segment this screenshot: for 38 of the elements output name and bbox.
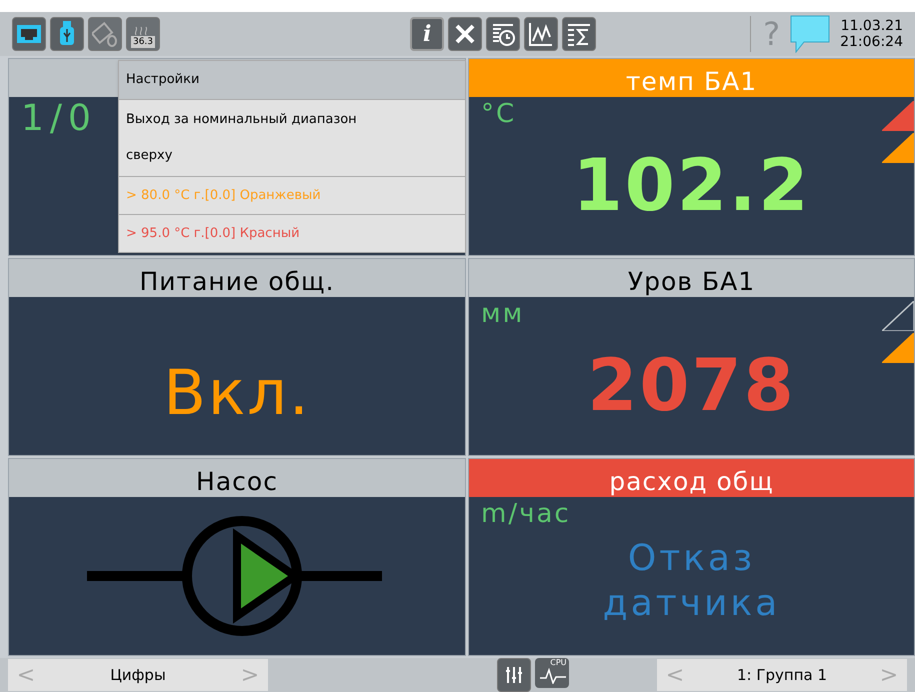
group-label: 1: Группа 1 xyxy=(736,664,828,686)
tile-title: Питание общ. xyxy=(139,269,335,297)
fault-message: Отказ датчика xyxy=(602,537,782,626)
tile-title: Насос xyxy=(196,469,278,497)
tile-title: Уров БА1 xyxy=(628,269,756,297)
next-button[interactable]: > xyxy=(232,658,268,692)
help-button[interactable]: ? xyxy=(763,18,780,50)
cpu-label: CPU xyxy=(550,658,566,668)
unit-label: мм xyxy=(481,299,524,329)
threshold-item[interactable]: > 95.0 °C г.[0.0] Красный xyxy=(119,214,465,252)
cpu-monitor-button[interactable]: CPU xyxy=(534,658,568,688)
value-readout: 2078 xyxy=(587,349,796,421)
pulse-icon xyxy=(538,668,566,684)
date-label: 11.03.21 xyxy=(840,18,903,34)
info-icon[interactable]: i xyxy=(410,17,444,51)
sum-list-icon[interactable] xyxy=(562,17,596,51)
state-readout: Вкл. xyxy=(163,362,311,424)
tile-reading: 1/0 xyxy=(21,98,97,139)
network-icon[interactable] xyxy=(12,17,46,51)
unit-label: m/час xyxy=(481,499,571,529)
popup-title: Настройки xyxy=(126,71,200,90)
threshold-item[interactable]: > 80.0 °C г.[0.0] Оранжевый xyxy=(119,176,465,214)
view-label: Цифры xyxy=(110,664,166,686)
unit-label: °C xyxy=(481,99,516,129)
previous-button[interactable]: < xyxy=(8,658,44,692)
time-label: 21:06:24 xyxy=(840,34,903,50)
info-glyph: i xyxy=(422,20,432,48)
temperature-reading: 36.3 xyxy=(130,36,156,48)
popup-description: Выход за номинальный диапазон сверху xyxy=(126,112,357,163)
tile-title: расход общ xyxy=(609,469,774,497)
tile-title: темп БА1 xyxy=(626,69,758,97)
next-button[interactable]: > xyxy=(871,658,907,692)
chart-icon[interactable] xyxy=(524,17,558,51)
usb-icon[interactable] xyxy=(50,17,84,51)
mixer-icon[interactable] xyxy=(496,658,530,692)
value-readout: 102.2 xyxy=(572,149,810,221)
previous-button[interactable]: < xyxy=(657,658,693,692)
timer-list-icon[interactable] xyxy=(486,17,520,51)
